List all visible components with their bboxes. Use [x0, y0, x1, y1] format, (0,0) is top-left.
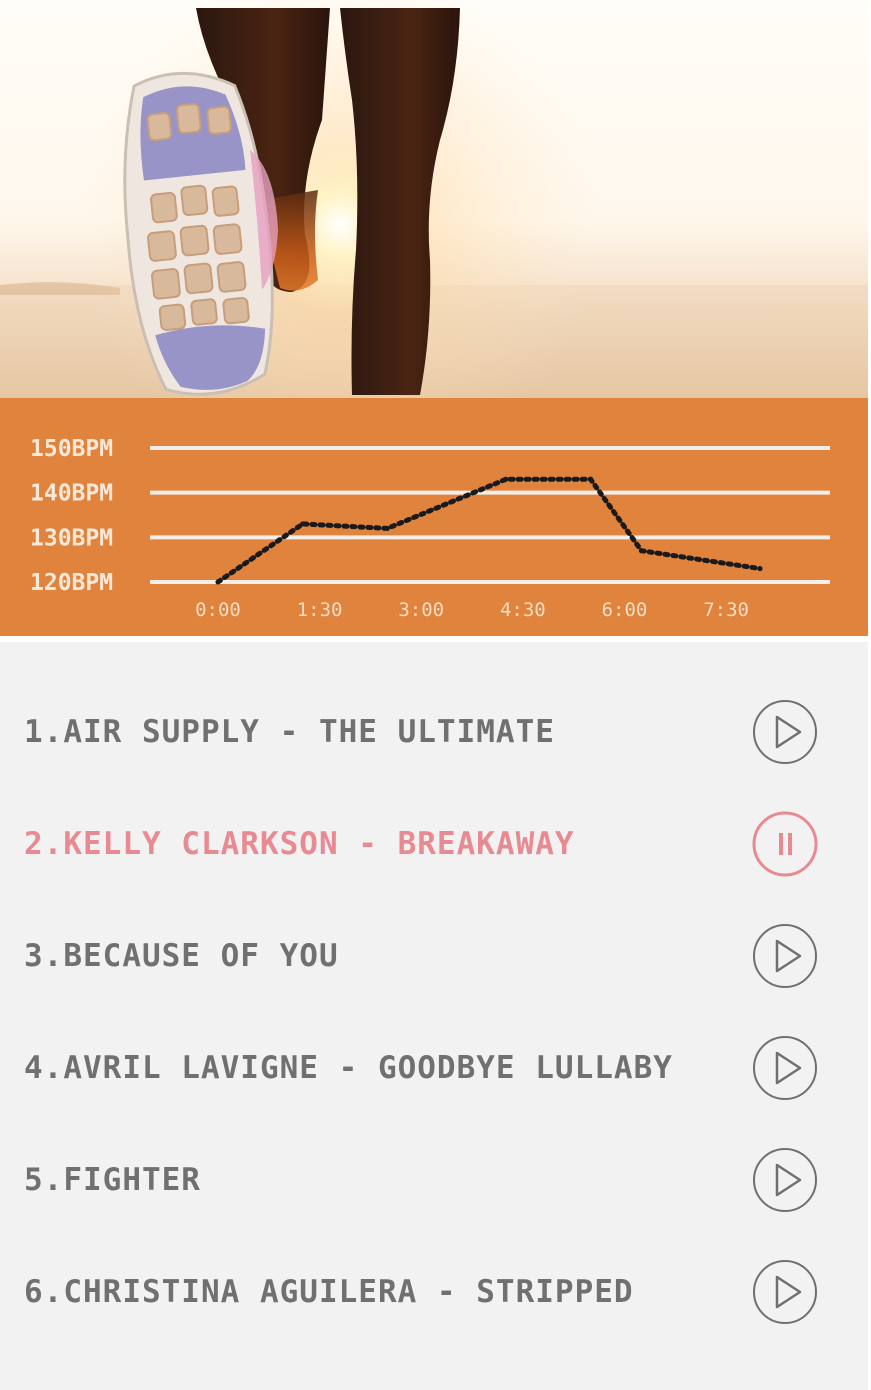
play-button[interactable]	[752, 1259, 818, 1325]
bpm-data-point	[384, 525, 390, 531]
x-tick-label: 6:00	[602, 599, 648, 621]
y-tick-label: 120BPM	[30, 570, 113, 596]
playlist: 1.AIR SUPPLY - THE ULTIMATE 2.KELLY CLARK…	[0, 642, 868, 1390]
track-title: 5.FIGHTER	[24, 1162, 201, 1198]
track-title: 1.AIR SUPPLY - THE ULTIMATE	[24, 714, 555, 750]
y-tick-label: 130BPM	[30, 525, 113, 551]
x-tick-label: 4:30	[500, 599, 546, 621]
bpm-chart-panel: 120BPM 130BPM 140BPM 150BPM 0:00 1:30 3:00 4:30…	[0, 398, 868, 636]
playlist-track-row[interactable]: 5.FIGHTER	[0, 1135, 868, 1225]
workout-playlist-screen: 120BPM 130BPM 140BPM 150BPM 0:00 1:30 3:00 4:30…	[0, 0, 871, 1390]
playlist-track-row[interactable]: 3.BECAUSE OF YOU	[0, 911, 868, 1001]
play-button[interactable]	[752, 1035, 818, 1101]
bpm-chart: 120BPM 130BPM 140BPM 150BPM 0:00 1:30 3:00 4:30…	[30, 436, 830, 621]
play-circle-icon	[753, 700, 817, 764]
bpm-data-point	[300, 521, 306, 527]
x-tick-label: 3:00	[398, 599, 444, 621]
track-title: 2.KELLY CLARKSON - BREAKAWAY	[24, 826, 575, 862]
play-circle-icon	[753, 924, 817, 988]
bpm-data-point	[588, 476, 594, 482]
bpm-data-point	[215, 579, 221, 585]
play-button[interactable]	[752, 923, 818, 989]
y-tick-label: 140BPM	[30, 481, 113, 507]
track-title: 3.BECAUSE OF YOU	[24, 938, 339, 974]
x-tick-label: 7:30	[703, 599, 749, 621]
play-button[interactable]	[752, 1147, 818, 1213]
play-button[interactable]	[752, 699, 818, 765]
bpm-series-line	[215, 476, 763, 585]
playlist-track-row[interactable]: 4.AVRIL LAVIGNE - GOODBYE LULLABY	[0, 1023, 868, 1113]
bpm-data-point	[503, 476, 509, 482]
play-circle-icon	[753, 1148, 817, 1212]
track-title: 6.CHRISTINA AGUILERA - STRIPPED	[24, 1274, 634, 1310]
play-circle-icon	[753, 1036, 817, 1100]
track-title: 4.AVRIL LAVIGNE - GOODBYE LULLABY	[24, 1050, 673, 1086]
bpm-data-point	[757, 566, 763, 572]
x-tick-label: 0:00	[195, 599, 241, 621]
y-tick-label: 150BPM	[30, 436, 113, 462]
pause-circle-icon	[752, 811, 818, 877]
play-circle-icon	[753, 1260, 817, 1324]
pause-button[interactable]	[752, 811, 818, 877]
x-tick-label: 1:30	[297, 599, 343, 621]
playlist-track-row[interactable]: 2.KELLY CLARKSON - BREAKAWAY	[0, 799, 868, 889]
runner-hero-image	[0, 0, 868, 400]
playlist-track-row[interactable]: 6.CHRISTINA AGUILERA - STRIPPED	[0, 1247, 868, 1337]
playlist-track-row[interactable]: 1.AIR SUPPLY - THE ULTIMATE	[0, 687, 868, 777]
bpm-data-point	[638, 548, 644, 554]
